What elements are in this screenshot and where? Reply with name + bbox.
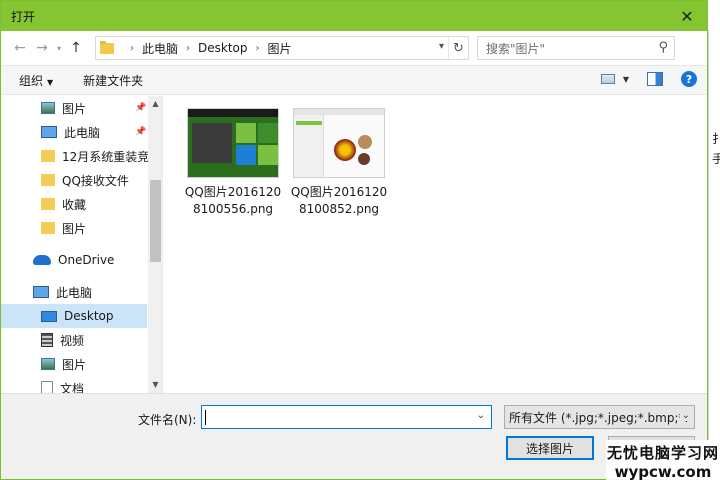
search-icon: ⚲ bbox=[658, 40, 668, 55]
filename-input[interactable]: ⌄ bbox=[201, 405, 492, 429]
sidebar-item-label: OneDrive bbox=[58, 253, 115, 267]
background-window-edge: 扌 手 bbox=[708, 30, 720, 480]
chevron-right-icon[interactable]: › bbox=[256, 43, 260, 54]
address-bar[interactable]: › 此电脑 › Desktop › 图片 ▾ ↻ bbox=[95, 36, 469, 60]
watermark-line-1: 无忧电脑学习网 bbox=[606, 444, 719, 462]
navigation-pane: 图片 📌 此电脑 📌 12月系统重装竞 QQ接收文件 收藏 图片 OneDriv… bbox=[1, 96, 163, 393]
window-title: 打开 bbox=[11, 9, 36, 24]
background-text: 扌 bbox=[712, 132, 720, 146]
scroll-down-icon[interactable]: ▼ bbox=[148, 377, 162, 391]
breadcrumb: › 此电脑 › Desktop › 图片 bbox=[122, 40, 292, 57]
folder-icon bbox=[41, 174, 55, 186]
sidebar-item-folder[interactable]: 12月系统重装竞 bbox=[1, 144, 162, 168]
file-list: QQ图片20161208100556.png QQ图片2016120810085… bbox=[163, 96, 707, 393]
sidebar-item-folder[interactable]: 收藏 bbox=[1, 192, 162, 216]
command-bar: 组织 ▼ 新建文件夹 ▼ ? bbox=[1, 65, 707, 95]
sidebar-item-this-pc-quick[interactable]: 此电脑 📌 bbox=[1, 120, 162, 144]
folder-icon bbox=[41, 222, 55, 234]
chevron-down-icon: ⌄ bbox=[679, 410, 690, 421]
site-watermark: 无忧电脑学习网 wypcw.com bbox=[606, 440, 720, 480]
sidebar-item-label: Desktop bbox=[64, 309, 114, 323]
sidebar-item-label: 12月系统重装竞 bbox=[62, 149, 150, 164]
sidebar-item-videos[interactable]: 视频 bbox=[1, 328, 162, 352]
sidebar-item-folder[interactable]: 图片 bbox=[1, 216, 162, 240]
dialog-footer: 文件名(N): ⌄ 所有文件 (*.jpg;*.jpeg;*.bmp;*. ⌄ … bbox=[1, 393, 707, 479]
sidebar-item-label: 收藏 bbox=[62, 197, 87, 212]
folder-icon bbox=[100, 40, 114, 54]
file-item[interactable]: QQ图片20161208100556.png bbox=[183, 108, 283, 218]
main-area: 图片 📌 此电脑 📌 12月系统重装竞 QQ接收文件 收藏 图片 OneDriv… bbox=[1, 96, 707, 393]
sidebar-item-label: QQ接收文件 bbox=[62, 173, 129, 188]
sidebar-item-label: 图片 bbox=[62, 101, 87, 116]
picture-icon bbox=[41, 102, 55, 114]
help-icon[interactable]: ? bbox=[681, 71, 697, 87]
computer-icon bbox=[33, 286, 49, 298]
desktop-icon bbox=[41, 310, 57, 322]
sidebar-item-label: 图片 bbox=[62, 357, 87, 372]
caret-down-icon[interactable]: ▼ bbox=[623, 75, 629, 84]
sidebar-item-label: 图片 bbox=[62, 221, 87, 236]
file-name: QQ图片20161208100852.png bbox=[290, 185, 388, 216]
background-text: 手 bbox=[712, 152, 720, 166]
chevron-right-icon[interactable]: › bbox=[186, 43, 190, 54]
folder-icon bbox=[41, 198, 55, 210]
chevron-down-icon[interactable]: ⌄ bbox=[477, 410, 485, 421]
computer-icon bbox=[41, 126, 57, 138]
close-icon[interactable]: ✕ bbox=[667, 1, 707, 31]
pin-icon: 📌 bbox=[135, 127, 147, 137]
file-name: QQ图片20161208100556.png bbox=[184, 185, 282, 216]
scroll-up-icon[interactable]: ▲ bbox=[148, 96, 162, 110]
sidebar-item-folder[interactable]: QQ接收文件 bbox=[1, 168, 162, 192]
open-file-dialog: 打开 ✕ ← → ▾ ↑ › 此电脑 › Desktop › 图片 ▾ ↻ 搜索… bbox=[0, 0, 708, 480]
watermark-line-2: wypcw.com bbox=[614, 463, 712, 480]
navigation-bar: ← → ▾ ↑ › 此电脑 › Desktop › 图片 ▾ ↻ 搜索"图片" … bbox=[1, 31, 707, 65]
sidebar-item-label: 文档 bbox=[60, 381, 85, 394]
breadcrumb-item-this-pc[interactable]: 此电脑 bbox=[142, 40, 178, 57]
up-arrow-icon[interactable]: ↑ bbox=[65, 37, 87, 59]
scrollbar-thumb[interactable] bbox=[150, 180, 161, 262]
file-item[interactable]: QQ图片20161208100852.png bbox=[289, 108, 389, 218]
file-type-select[interactable]: 所有文件 (*.jpg;*.jpeg;*.bmp;*. ⌄ bbox=[504, 405, 695, 429]
pin-icon: 📌 bbox=[135, 103, 147, 113]
folder-icon bbox=[41, 150, 55, 162]
chevron-right-icon[interactable]: › bbox=[130, 43, 134, 54]
back-arrow-icon[interactable]: ← bbox=[9, 37, 31, 59]
sidebar-item-pictures[interactable]: 图片 bbox=[1, 352, 162, 376]
video-icon bbox=[41, 333, 53, 347]
sidebar-item-pictures-quick[interactable]: 图片 📌 bbox=[1, 96, 162, 120]
sidebar-item-onedrive[interactable]: OneDrive bbox=[1, 248, 162, 272]
picture-icon bbox=[41, 358, 55, 370]
search-placeholder: 搜索"图片" bbox=[486, 41, 546, 56]
sidebar-item-label: 此电脑 bbox=[56, 285, 93, 300]
preview-pane-icon[interactable] bbox=[647, 72, 663, 86]
refresh-icon[interactable]: ↻ bbox=[448, 37, 468, 59]
text-cursor bbox=[205, 410, 206, 425]
sidebar-item-label: 视频 bbox=[60, 333, 85, 348]
sidebar-item-label: 此电脑 bbox=[64, 125, 101, 140]
search-input[interactable]: 搜索"图片" ⚲ bbox=[477, 36, 675, 60]
sidebar-scrollbar[interactable]: ▲ ▼ bbox=[148, 96, 162, 393]
breadcrumb-item-desktop[interactable]: Desktop bbox=[198, 41, 248, 55]
file-type-value: 所有文件 (*.jpg;*.jpeg;*.bmp;*. bbox=[509, 410, 689, 425]
image-thumbnail bbox=[293, 108, 385, 178]
sidebar-item-this-pc[interactable]: 此电脑 bbox=[1, 280, 162, 304]
change-view-icon[interactable] bbox=[600, 74, 615, 84]
image-thumbnail bbox=[187, 108, 279, 178]
sidebar-item-documents[interactable]: 文档 bbox=[1, 376, 162, 393]
forward-arrow-icon[interactable]: → bbox=[31, 37, 53, 59]
organize-menu[interactable]: 组织 ▼ bbox=[19, 72, 53, 89]
caret-down-icon: ▼ bbox=[47, 77, 54, 87]
chevron-down-icon[interactable]: ▾ bbox=[439, 41, 444, 52]
breadcrumb-item-pictures[interactable]: 图片 bbox=[268, 40, 292, 57]
filename-label: 文件名(N): bbox=[138, 413, 197, 427]
organize-label: 组织 bbox=[19, 73, 44, 88]
document-icon bbox=[41, 381, 53, 393]
select-picture-button[interactable]: 选择图片 bbox=[506, 436, 594, 460]
new-folder-button[interactable]: 新建文件夹 bbox=[83, 72, 143, 89]
sidebar-item-desktop[interactable]: Desktop bbox=[1, 304, 147, 328]
chevron-down-icon[interactable]: ▾ bbox=[53, 37, 65, 59]
onedrive-icon bbox=[33, 255, 51, 265]
title-bar[interactable]: 打开 ✕ bbox=[1, 1, 707, 31]
